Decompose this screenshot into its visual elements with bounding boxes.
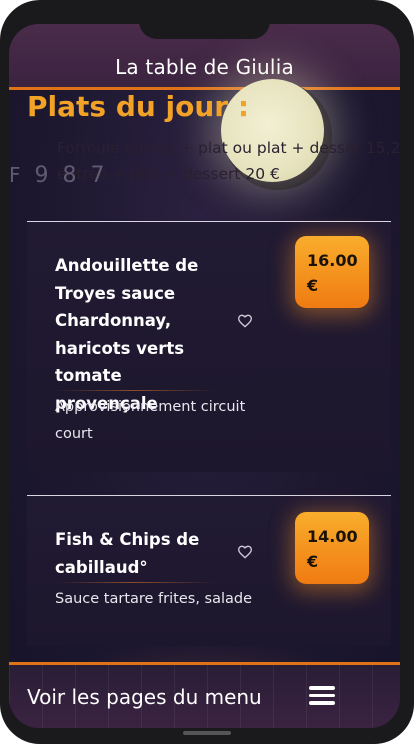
heart-outline-icon[interactable]	[237, 313, 253, 329]
faded-digit: 8	[62, 162, 77, 188]
dish-description: Approvisionnement circuit court	[55, 390, 255, 448]
dish-card[interactable]: Andouillette de Troyes sauce Chardonnay,…	[27, 222, 391, 472]
dish-name: Fish & Chips de cabillaud°	[55, 530, 200, 577]
app-screen: La table de Giulia Plats du jour : Formu…	[9, 24, 400, 728]
phone-frame: La table de Giulia Plats du jour : Formu…	[0, 0, 414, 744]
faded-digit: 9	[34, 162, 49, 188]
hamburger-menu-icon[interactable]	[309, 686, 335, 708]
header-title: La table de Giulia	[115, 55, 294, 79]
phone-notch	[139, 9, 270, 39]
menu-pages-link[interactable]: Voir les pages du menu	[27, 685, 262, 709]
heart-outline-icon[interactable]	[237, 544, 253, 560]
dish-description: Sauce tartare frites, salade	[55, 582, 255, 613]
price-badge: 14.00 €	[295, 512, 369, 584]
faded-digit: 7	[90, 162, 105, 188]
dish-card[interactable]: Fish & Chips de cabillaud° Sauce tartare…	[27, 496, 391, 646]
faded-digit: F	[9, 163, 21, 187]
page-title: Plats du jour :	[27, 90, 250, 123]
home-indicator	[183, 731, 231, 735]
faded-digits-overlay: F 9 8 7	[9, 160, 139, 190]
formula-line-1: Formule entrée + plat ou plat + desser 1…	[57, 139, 400, 157]
footer-menu-bar[interactable]: Voir les pages du menu	[9, 665, 400, 728]
price-badge: 16.00 €	[295, 236, 369, 308]
dish-name: Andouillette de Troyes sauce Chardonnay,…	[55, 256, 199, 413]
